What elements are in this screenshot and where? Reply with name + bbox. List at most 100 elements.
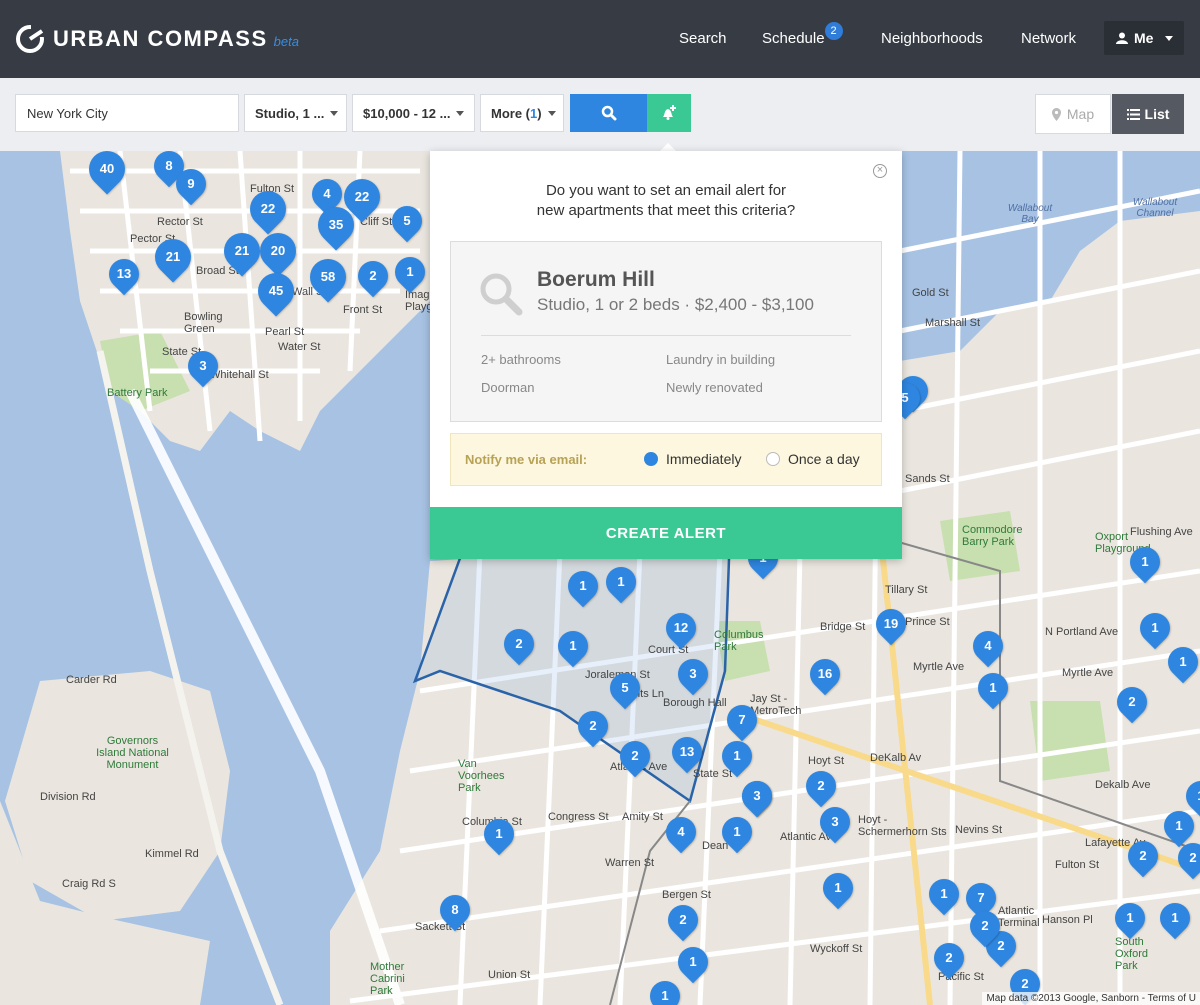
listing-pin[interactable]: 3 — [735, 774, 779, 819]
email-alert-button[interactable] — [647, 94, 691, 132]
listing-pin[interactable]: 20 — [252, 225, 304, 277]
map-view-button[interactable]: Map — [1035, 94, 1111, 134]
listing-count: 5 — [403, 213, 411, 228]
listing-count: 3 — [199, 358, 207, 373]
list-view-button[interactable]: List — [1112, 94, 1184, 134]
nav-schedule[interactable]: Schedule 2 — [762, 0, 843, 78]
beds-dropdown[interactable]: Studio, 1 ... — [244, 94, 347, 132]
listing-pin[interactable]: 3 — [181, 344, 225, 389]
listing-pin[interactable]: 1 — [671, 940, 715, 985]
nav-search[interactable]: Search — [679, 0, 727, 78]
listing-pin[interactable]: 1 — [1133, 606, 1177, 651]
listing-pin[interactable]: 1 — [971, 666, 1015, 711]
listing-pin[interactable]: 1 — [922, 872, 966, 917]
location-value: New York City — [27, 105, 108, 121]
listing-pin[interactable]: 21 — [147, 231, 199, 283]
listing-pin[interactable]: 2 — [571, 704, 615, 749]
radio-immediately-label[interactable]: Immediately — [666, 451, 741, 467]
listing-pin[interactable]: 2 — [927, 936, 971, 981]
map-label: Myrtle Ave — [913, 661, 965, 673]
listing-count: 1 — [406, 264, 414, 279]
listing-count: 1 — [834, 880, 842, 895]
map-label: Hoyt - Schermerhorn Sts — [858, 814, 947, 838]
notify-frequency-panel: Notify me via email: Immediately Once a … — [450, 433, 882, 486]
listing-count: 4 — [984, 638, 992, 653]
listing-pin[interactable]: 2 — [963, 904, 1007, 949]
listing-count: 1 — [579, 578, 587, 593]
listing-pin[interactable]: 1 — [551, 624, 595, 669]
price-dropdown[interactable]: $10,000 - 12 ... — [352, 94, 475, 132]
listing-pin[interactable]: 1 — [643, 974, 687, 1005]
listing-pin[interactable]: 22 — [242, 183, 294, 235]
listing-count: 2 — [1128, 694, 1136, 709]
listing-pin[interactable]: 3 — [671, 652, 715, 697]
user-menu-button[interactable]: Me — [1104, 21, 1184, 55]
listing-pin[interactable]: 12 — [659, 606, 703, 651]
listing-pin[interactable]: 1 — [715, 810, 759, 855]
listing-pin[interactable]: 58 — [302, 251, 354, 303]
listing-pin[interactable]: 1 — [1108, 896, 1152, 941]
listing-pin[interactable]: 19 — [869, 602, 913, 647]
close-icon[interactable]: × — [873, 164, 887, 178]
listing-pin[interactable]: 8 — [433, 888, 477, 933]
listing-pin[interactable]: 1 — [1153, 896, 1197, 941]
listing-count: 1 — [617, 574, 625, 589]
listing-pin[interactable]: 35 — [310, 199, 362, 251]
listing-pin[interactable]: 2 — [351, 254, 395, 299]
listing-pin[interactable]: 1 — [1179, 774, 1200, 819]
location-input[interactable]: New York City — [15, 94, 239, 132]
search-button[interactable] — [570, 94, 647, 132]
listing-pin[interactable]: 2 — [1110, 680, 1154, 725]
criteria-summary: Studio, 1 or 2 beds · $2,400 - $3,100 — [537, 295, 814, 314]
nav-network[interactable]: Network — [1021, 0, 1076, 78]
more-filters-label: More (1) — [491, 106, 542, 121]
listing-count: 1 — [989, 680, 997, 695]
bell-plus-icon — [663, 105, 676, 120]
listing-pin[interactable]: 2 — [497, 622, 541, 667]
listing-count: 2 — [679, 912, 687, 927]
listing-pin[interactable]: 1 — [599, 560, 643, 605]
radio-once-a-day-label[interactable]: Once a day — [788, 451, 860, 467]
listing-pin[interactable]: 13 — [665, 730, 709, 775]
create-alert-button[interactable]: CREATE ALERT — [430, 507, 902, 559]
more-filters-dropdown[interactable]: More (1) — [480, 94, 564, 132]
listing-pin[interactable]: 2 — [613, 734, 657, 779]
listing-pin[interactable]: 1 — [1161, 640, 1200, 685]
listing-pin[interactable]: 4 — [659, 810, 703, 855]
listing-pin[interactable]: 3 — [813, 800, 857, 845]
listing-pin[interactable]: 1 — [816, 866, 860, 911]
listing-pin[interactable]: 9 — [169, 162, 213, 207]
listing-pin[interactable]: 5 — [603, 666, 647, 711]
listing-pin[interactable]: 1 — [561, 564, 605, 609]
listing-pin[interactable]: 40 — [81, 151, 133, 195]
listing-pin[interactable]: 1 — [715, 734, 759, 779]
map-label: Kimmel Rd — [145, 848, 199, 860]
logo[interactable]: URBAN COMPASS beta — [15, 24, 299, 54]
listing-count: 1 — [733, 824, 741, 839]
map-attribution[interactable]: Map data ©2013 Google, Sanborn - Terms o… — [982, 992, 1200, 1005]
listing-pin[interactable]: 13 — [102, 252, 146, 297]
alert-question: Do you want to set an email alert for ne… — [470, 181, 862, 221]
nav-schedule-label: Schedule — [762, 30, 825, 47]
listing-pin[interactable]: 4 — [966, 624, 1010, 669]
map-label: Hanson Pl — [1042, 914, 1093, 926]
chevron-down-icon — [1165, 35, 1174, 41]
listing-pin[interactable]: 45 — [250, 265, 302, 317]
listing-pin[interactable]: 7 — [720, 698, 764, 743]
listing-pin[interactable]: 2 — [799, 764, 843, 809]
listing-pin[interactable]: 21 — [216, 225, 268, 277]
more-label: More ( — [491, 105, 530, 121]
radio-once-a-day[interactable] — [766, 452, 780, 466]
listing-pin[interactable]: 5 — [385, 199, 429, 244]
radio-immediately[interactable] — [644, 452, 658, 466]
chevron-down-icon — [547, 110, 556, 116]
listing-count: 22 — [260, 201, 276, 216]
listing-pin[interactable]: 2 — [1121, 834, 1165, 879]
listing-pin[interactable]: 1 — [388, 250, 432, 295]
listing-pin[interactable]: 1 — [1123, 540, 1167, 585]
listing-pin[interactable]: 2 — [661, 898, 705, 943]
listing-pin[interactable]: 1 — [477, 812, 521, 857]
nav-neighborhoods[interactable]: Neighborhoods — [881, 0, 983, 78]
listing-count: 19 — [883, 616, 899, 631]
listing-pin[interactable]: 16 — [803, 652, 847, 697]
